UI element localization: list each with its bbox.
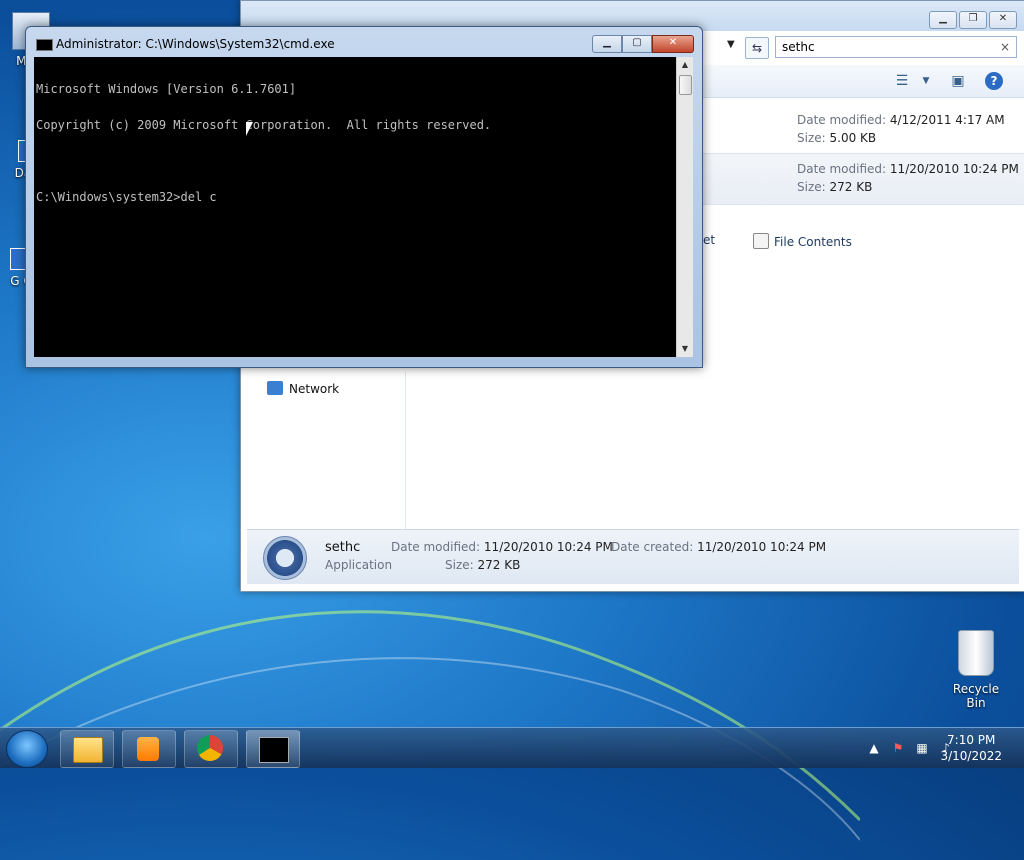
file-type: Application: [325, 558, 393, 572]
date-modified-value: 11/20/2010 10:24 PM: [483, 540, 613, 554]
date-modified-value: 4/12/2011 4:17 AM: [889, 113, 1005, 127]
network-icon[interactable]: ▦: [914, 740, 930, 756]
recycle-bin-icon: [958, 630, 994, 676]
close-button[interactable]: ✕: [989, 11, 1017, 29]
close-button[interactable]: ✕: [652, 35, 694, 53]
console-prompt: C:\Windows\system32>del c: [36, 190, 217, 204]
size-value: 272 KB: [829, 180, 873, 194]
size-value: 272 KB: [477, 558, 521, 572]
clear-search-button[interactable]: ×: [1000, 40, 1010, 54]
refresh-icon: ⇆: [751, 41, 763, 55]
maximize-button[interactable]: ▢: [622, 35, 652, 53]
folder-icon: [73, 737, 103, 763]
chrome-icon: [197, 735, 223, 761]
chevron-down-icon: ▼: [727, 39, 735, 50]
cmd-window-controls: ▁ ▢ ✕: [592, 35, 694, 53]
show-hidden-icons-icon[interactable]: ▲: [866, 740, 882, 756]
desktop-icon-recycle-bin[interactable]: Recycle Bin: [944, 630, 1008, 710]
date-modified-label: Date modified:: [797, 113, 887, 127]
size-label: Size:: [797, 180, 826, 194]
console-scrollbar[interactable]: ▲ ▼: [676, 57, 693, 357]
date-created-label: Date created:: [611, 540, 694, 554]
cmd-titlebar[interactable]: Administrator: C:\Windows\System32\cmd.e…: [26, 27, 702, 57]
search-file-contents-link[interactable]: File Contents: [753, 233, 852, 249]
navigation-pane: Network: [247, 371, 406, 529]
search-value: sethc: [782, 40, 815, 54]
taskbar-chrome-button[interactable]: [184, 730, 238, 768]
chevron-down-icon[interactable]: ▼: [917, 73, 935, 89]
size-label: Size:: [797, 131, 826, 145]
scrollbar-thumb[interactable]: [679, 75, 692, 95]
action-center-icon[interactable]: ⚑: [890, 740, 906, 756]
cmd-title: Administrator: C:\Windows\System32\cmd.e…: [56, 37, 335, 51]
console-line: Microsoft Windows [Version 6.1.7601]: [36, 82, 297, 96]
taskbar-cmd-button[interactable]: [246, 730, 300, 768]
minimize-button[interactable]: ▁: [929, 11, 957, 29]
mouse-pointer-icon: [246, 122, 260, 136]
date-modified-value: 11/20/2010 10:24 PM: [889, 162, 1019, 176]
file-contents-icon: [753, 233, 769, 249]
search-input[interactable]: sethc ×: [775, 36, 1017, 58]
desktop-icon-label: Recycle Bin: [952, 682, 1000, 710]
nav-item-network[interactable]: Network: [267, 381, 339, 396]
size-label: Size:: [445, 558, 474, 572]
date-created-value: 11/20/2010 10:24 PM: [697, 540, 827, 554]
taskbar: ▲ ⚑ ▦ ♪ 7:10 PM 3/10/2022: [0, 727, 1024, 768]
taskbar-media-player-button[interactable]: [122, 730, 176, 768]
console-line: Copyright (c) 2009 Microsoft Corporation…: [36, 118, 492, 132]
explorer-window-controls: ▁ ❐ ✕: [929, 11, 1017, 29]
network-icon: [267, 381, 283, 395]
scroll-up-arrow-icon[interactable]: ▲: [677, 57, 693, 73]
refresh-button[interactable]: ⇆: [745, 37, 769, 59]
cmd-window[interactable]: Administrator: C:\Windows\System32\cmd.e…: [25, 26, 703, 368]
minimize-button[interactable]: ▁: [592, 35, 622, 53]
cmd-icon: [259, 737, 289, 763]
taskbar-explorer-button[interactable]: [60, 730, 114, 768]
date-modified-label: Date modified:: [391, 540, 481, 554]
size-value: 5.00 KB: [829, 131, 877, 145]
media-player-icon: [137, 737, 159, 761]
cmd-icon[interactable]: [36, 39, 53, 51]
maximize-button[interactable]: ❐: [959, 11, 987, 29]
clock-time: 7:10 PM: [947, 733, 996, 747]
help-icon[interactable]: ?: [985, 72, 1003, 90]
desktop-swirl: [0, 610, 860, 841]
scroll-down-arrow-icon[interactable]: ▼: [677, 341, 693, 357]
taskbar-clock[interactable]: 7:10 PM 3/10/2022: [940, 732, 1002, 764]
file-name: sethc: [325, 540, 361, 555]
address-dropdown[interactable]: ▼: [701, 35, 741, 57]
date-modified-label: Date modified:: [797, 162, 887, 176]
preview-pane-icon[interactable]: ▣: [949, 73, 967, 89]
start-button[interactable]: [6, 730, 48, 768]
clock-date: 3/10/2022: [940, 749, 1002, 763]
console-output[interactable]: Microsoft Windows [Version 6.1.7601] Cop…: [34, 57, 676, 357]
details-pane: sethc Application Date modified: 11/20/2…: [247, 529, 1019, 584]
application-icon: [263, 536, 307, 580]
views-icon[interactable]: ☰: [893, 73, 911, 89]
